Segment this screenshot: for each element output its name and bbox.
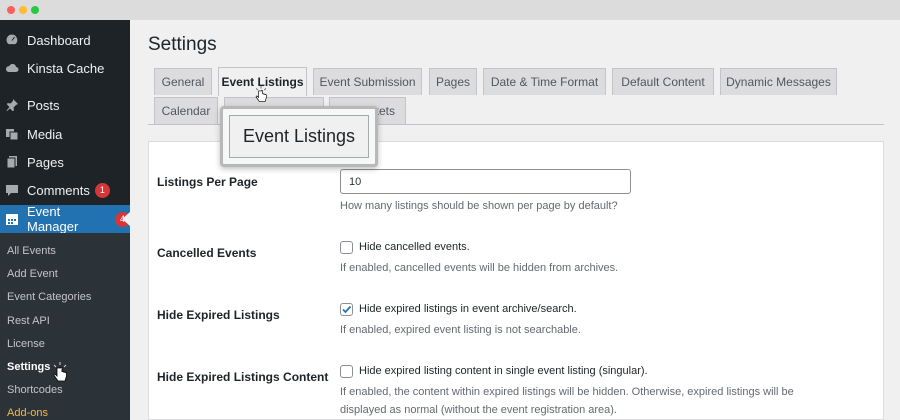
submenu-license[interactable]: License bbox=[7, 338, 45, 350]
submenu-rest-api[interactable]: Rest API bbox=[7, 315, 50, 327]
comment-icon bbox=[5, 183, 19, 197]
callout-label: Event Listings bbox=[229, 115, 369, 158]
tab-dynamic-messages[interactable]: Dynamic Messages bbox=[720, 68, 837, 95]
checkmark-icon bbox=[342, 305, 352, 314]
hand-cursor-icon bbox=[255, 86, 267, 102]
hide-expired-listings-label: Hide Expired Listings bbox=[157, 308, 280, 322]
sidebar-item-dashboard[interactable]: Dashboard bbox=[0, 26, 130, 54]
sidebar-item-label: Posts bbox=[27, 97, 60, 113]
window-titlebar bbox=[0, 0, 900, 20]
close-window-button[interactable] bbox=[7, 6, 15, 14]
cloud-icon bbox=[5, 61, 19, 75]
listings-per-page-input[interactable] bbox=[340, 169, 631, 194]
sidebar-item-media[interactable]: Media bbox=[0, 120, 130, 148]
admin-sidebar: Dashboard Kinsta Cache Posts Media Pages… bbox=[0, 20, 130, 420]
submenu-add-event[interactable]: Add Event bbox=[7, 268, 58, 280]
comments-count-badge: 1 bbox=[94, 182, 110, 198]
tab-date-time-format[interactable]: Date & Time Format bbox=[483, 68, 606, 95]
hide-expired-content-label: Hide Expired Listings Content bbox=[157, 370, 329, 384]
pages-icon bbox=[5, 155, 19, 169]
hide-cancelled-checkbox[interactable] bbox=[340, 241, 353, 254]
hide-expired-checkbox[interactable] bbox=[340, 303, 353, 316]
page-title: Settings bbox=[148, 34, 217, 55]
submenu-event-categories[interactable]: Event Categories bbox=[7, 291, 91, 303]
hide-expired-content-checkbox[interactable] bbox=[340, 365, 353, 378]
cancelled-events-description: If enabled, cancelled events will be hid… bbox=[340, 262, 619, 274]
hide-expired-content-description-line1: If enabled, the content within expired l… bbox=[340, 386, 794, 398]
hand-cursor-icon bbox=[53, 362, 67, 382]
sidebar-item-label: Pages bbox=[27, 154, 64, 170]
media-icon bbox=[5, 127, 19, 141]
listings-per-page-label: Listings Per Page bbox=[157, 175, 258, 189]
zoom-callout: Event Listings bbox=[220, 106, 378, 167]
hide-expired-listings-description: If enabled, expired event listing is not… bbox=[340, 324, 581, 336]
minimize-window-button[interactable] bbox=[19, 6, 27, 14]
sidebar-item-label: Media bbox=[27, 126, 63, 142]
submenu-all-events[interactable]: All Events bbox=[7, 245, 56, 257]
event-manager-submenu: All Events Add Event Event Categories Re… bbox=[0, 233, 130, 420]
tab-event-submission[interactable]: Event Submission bbox=[313, 68, 422, 95]
event-manager-count-badge: 4 bbox=[115, 211, 130, 227]
sidebar-item-label: Kinsta Cache bbox=[27, 60, 105, 76]
sidebar-item-kinsta-cache[interactable]: Kinsta Cache bbox=[0, 54, 130, 82]
calendar-icon bbox=[5, 212, 19, 226]
sidebar-item-label: Event Manager bbox=[27, 204, 79, 234]
sidebar-item-pages[interactable]: Pages bbox=[0, 148, 130, 176]
pin-icon bbox=[5, 98, 19, 112]
submenu-settings[interactable]: Settings bbox=[7, 361, 50, 373]
tab-calendar[interactable]: Calendar bbox=[154, 97, 218, 124]
hide-expired-checkbox-label[interactable]: Hide expired listings in event archive/s… bbox=[359, 303, 577, 315]
tab-default-content[interactable]: Default Content bbox=[612, 68, 714, 95]
submenu-add-ons[interactable]: Add-ons bbox=[7, 407, 48, 419]
submenu-shortcodes[interactable]: Shortcodes bbox=[7, 384, 63, 396]
sidebar-item-posts[interactable]: Posts bbox=[0, 91, 130, 119]
dashboard-icon bbox=[5, 33, 19, 47]
hide-expired-content-description-line2: displayed as normal (without the event r… bbox=[340, 404, 617, 416]
hide-expired-content-checkbox-label[interactable]: Hide expired listing content in single e… bbox=[359, 365, 648, 377]
sidebar-item-event-manager[interactable]: Event Manager 4 bbox=[0, 204, 130, 234]
sidebar-item-comments[interactable]: Comments 1 bbox=[0, 176, 130, 204]
hide-cancelled-checkbox-label[interactable]: Hide cancelled events. bbox=[359, 241, 470, 253]
sidebar-item-label: Dashboard bbox=[27, 32, 91, 48]
sidebar-item-label: Comments bbox=[27, 182, 90, 198]
listings-per-page-description: How many listings should be shown per pa… bbox=[340, 200, 618, 212]
cancelled-events-label: Cancelled Events bbox=[157, 246, 257, 260]
tab-general[interactable]: General bbox=[154, 68, 212, 95]
maximize-window-button[interactable] bbox=[31, 6, 39, 14]
tab-pages[interactable]: Pages bbox=[429, 68, 477, 95]
